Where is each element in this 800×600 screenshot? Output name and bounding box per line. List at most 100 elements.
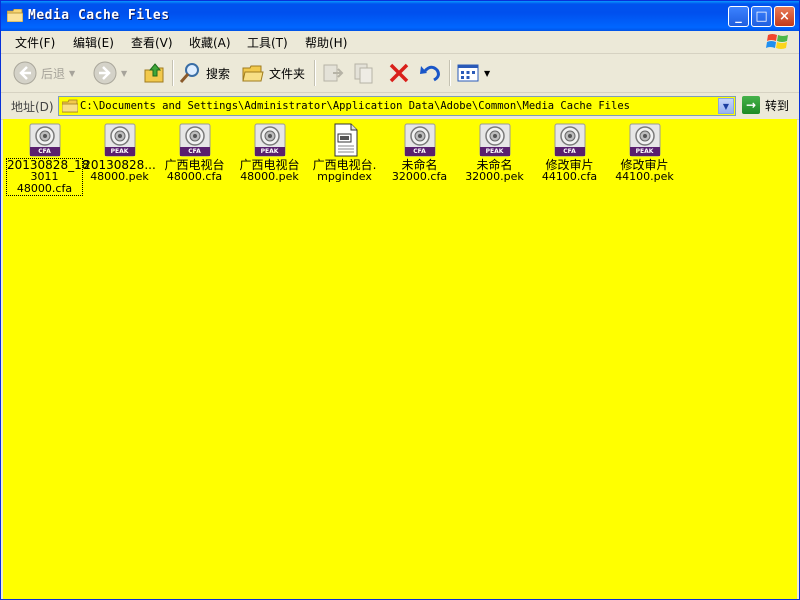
folder-icon: [7, 9, 23, 22]
file-name: 20130828... 48000.pek: [82, 159, 157, 183]
file-type-badge: PEAK: [110, 148, 129, 155]
folders-label: 文件夹: [269, 66, 306, 81]
minimize-button[interactable]: _: [728, 6, 749, 27]
file-name: 广西电视台 48000.cfa: [157, 159, 232, 183]
menu-favorites[interactable]: 收藏(A): [189, 34, 231, 51]
undo-icon: [420, 65, 440, 82]
back-label: 后退: [41, 66, 66, 81]
delete-icon: [389, 63, 409, 83]
peak-audio-file-icon: PEAK: [478, 123, 512, 157]
cfa-audio-file-icon: CFA: [403, 123, 437, 157]
forward-dropdown-icon[interactable]: ▼: [121, 69, 127, 78]
file-item[interactable]: PEAK 广西电视台 48000.pek: [232, 123, 307, 183]
forward-button[interactable]: ▼: [93, 58, 127, 88]
file-name-line: 44100.pek: [615, 170, 674, 183]
menu-view[interactable]: 查看(V): [131, 34, 173, 51]
file-item[interactable]: PEAK 修改审片 44100.pek: [607, 123, 682, 183]
file-type-badge: CFA: [38, 148, 51, 155]
file-name: 修改审片 44100.cfa: [532, 159, 607, 183]
file-name-line: 48000.cfa: [166, 170, 223, 183]
peak-audio-file-icon: PEAK: [628, 123, 662, 157]
file-name: 广西电视台 48000.pek: [232, 159, 307, 183]
title-bar[interactable]: Media Cache Files _ □ ×: [1, 1, 799, 31]
address-label: 地址(D): [11, 100, 54, 114]
address-dropdown-icon[interactable]: ▼: [718, 98, 734, 114]
menu-help[interactable]: 帮助(H): [305, 34, 347, 51]
toolbar-separator: [449, 60, 451, 86]
cfa-audio-file-icon: CFA: [28, 123, 62, 157]
address-path: C:\Documents and Settings\Administrator\…: [80, 100, 630, 112]
maximize-icon: □: [755, 9, 768, 24]
up-folder-icon: [144, 63, 164, 83]
menu-tools[interactable]: 工具(T): [247, 34, 288, 51]
undo-button[interactable]: [419, 58, 443, 88]
address-folder-icon: [62, 99, 78, 113]
file-type-badge: PEAK: [635, 148, 654, 155]
search-icon: [179, 63, 199, 83]
peak-audio-file-icon: PEAK: [103, 123, 137, 157]
toolbar-separator: [172, 60, 174, 86]
back-arrow-icon: [13, 61, 37, 85]
views-dropdown-icon[interactable]: ▼: [484, 69, 490, 78]
move-to-button[interactable]: [321, 58, 345, 88]
file-name: 广西电视台. mpgindex: [307, 159, 382, 183]
views-icon: [457, 64, 479, 82]
windows-logo-icon: [766, 34, 788, 49]
file-type-badge: CFA: [413, 148, 426, 155]
move-to-icon: [323, 64, 344, 82]
file-item[interactable]: CFA 广西电视台 48000.cfa: [157, 123, 232, 183]
address-bar: 地址(D) C:\Documents and Settings\Administ…: [1, 93, 799, 120]
go-arrow-icon: →: [742, 96, 760, 114]
file-name-line: 48000.pek: [90, 170, 149, 183]
forward-arrow-icon: [93, 61, 117, 85]
file-type-badge: PEAK: [260, 148, 279, 155]
address-input[interactable]: C:\Documents and Settings\Administrator\…: [58, 96, 736, 116]
file-item[interactable]: 广西电视台. mpgindex: [307, 123, 382, 183]
file-item[interactable]: PEAK 20130828... 48000.pek: [82, 123, 157, 183]
up-folder-button[interactable]: [143, 58, 167, 88]
file-name-line: 32000.pek: [465, 170, 524, 183]
menu-edit[interactable]: 编辑(E): [73, 34, 114, 51]
file-name-line: 48000.cfa: [16, 182, 73, 195]
file-name: 未命名 32000.cfa: [382, 159, 457, 183]
file-type-badge: PEAK: [485, 148, 504, 155]
copy-to-icon: [354, 63, 373, 84]
go-button[interactable]: → 转到: [742, 96, 789, 114]
toolbar-separator: [314, 60, 316, 86]
close-button[interactable]: ×: [774, 6, 795, 27]
toolbar: 后退 ▼ ▼ 搜索 文件夹 ▼: [1, 54, 799, 93]
file-type-badge: CFA: [188, 148, 201, 155]
views-button[interactable]: ▼: [456, 58, 490, 88]
file-item[interactable]: CFA 未命名 32000.cfa: [382, 123, 457, 183]
file-item[interactable]: CFA 修改审片 44100.cfa: [532, 123, 607, 183]
file-item[interactable]: PEAK 未命名 32000.pek: [457, 123, 532, 183]
file-type-badge: CFA: [563, 148, 576, 155]
back-button[interactable]: 后退 ▼: [13, 58, 75, 88]
cfa-audio-file-icon: CFA: [553, 123, 587, 157]
search-button[interactable]: 搜索: [178, 58, 230, 88]
go-label: 转到: [765, 98, 790, 113]
minimize-icon: _: [735, 9, 742, 24]
file-list-area[interactable]: CFA 20130828_18 3011 48000.cfa PEAK 20130828.…: [3, 119, 797, 599]
menu-bar: 文件(F) 编辑(E) 查看(V) 收藏(A) 工具(T) 帮助(H): [1, 31, 799, 54]
file-name: 修改审片 44100.pek: [607, 159, 682, 183]
file-name: 20130828_18 3011 48000.cfa: [6, 158, 89, 196]
menu-file[interactable]: 文件(F): [15, 34, 55, 51]
search-label: 搜索: [206, 66, 231, 81]
close-icon: ×: [779, 9, 790, 24]
file-name: 未命名 32000.pek: [457, 159, 532, 183]
maximize-button[interactable]: □: [751, 6, 772, 27]
folders-button[interactable]: 文件夹: [241, 58, 305, 88]
file-name-line: 48000.pek: [240, 170, 299, 183]
file-name-line: mpgindex: [317, 170, 372, 183]
file-item[interactable]: CFA 20130828_18 3011 48000.cfa: [6, 123, 89, 196]
peak-audio-file-icon: PEAK: [253, 123, 287, 157]
window-title: Media Cache Files: [28, 8, 170, 23]
copy-to-button[interactable]: [353, 58, 377, 88]
back-dropdown-icon[interactable]: ▼: [69, 69, 75, 78]
explorer-window: Media Cache Files _ □ × 文件(F) 编辑(E) 查看(V…: [0, 0, 800, 600]
folders-icon: [242, 65, 264, 82]
delete-button[interactable]: [387, 58, 411, 88]
cfa-audio-file-icon: CFA: [178, 123, 212, 157]
file-name-line: 44100.cfa: [541, 170, 598, 183]
